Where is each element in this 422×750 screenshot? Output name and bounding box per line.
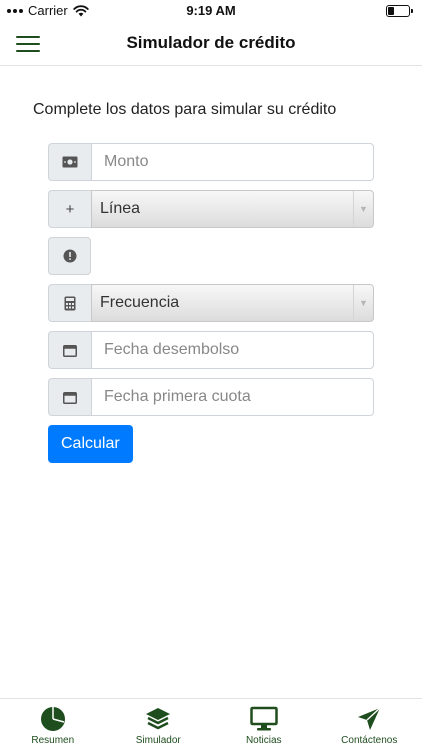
linea-select[interactable]: Línea ▼ — [91, 190, 374, 228]
tab-contactenos[interactable]: Contáctenos — [317, 699, 422, 750]
fecha-desembolso-group: Fecha desembolso — [48, 331, 374, 369]
calculator-icon — [48, 284, 91, 322]
chevron-down-icon: ▼ — [353, 191, 373, 227]
tab-noticias-label: Noticias — [245, 735, 282, 746]
frecuencia-select-value: Frecuencia — [100, 294, 180, 311]
info-group — [48, 237, 374, 275]
form-intro-text: Complete los datos para simular su crédi… — [33, 101, 337, 118]
tab-contactenos-label: Contáctenos — [341, 735, 398, 746]
calendar-icon — [48, 378, 91, 416]
tab-noticias[interactable]: Noticias — [211, 699, 317, 750]
frecuencia-group: Frecuencia ▼ — [48, 284, 374, 322]
monto-input[interactable]: Monto — [91, 143, 374, 181]
status-time: 9:19 AM — [186, 3, 236, 18]
battery-level — [388, 7, 394, 15]
monitor-icon — [250, 706, 278, 731]
battery-icon — [386, 5, 413, 17]
tab-simulador[interactable]: Simulador — [106, 699, 212, 750]
tab-simulador-label: Simulador — [135, 735, 181, 746]
tab-resumen-label: Resumen — [31, 735, 75, 746]
calendar-icon — [48, 331, 91, 369]
nav-bar: Simulador de crédito — [0, 22, 422, 66]
layers-icon — [146, 708, 171, 730]
money-icon — [48, 143, 91, 181]
alert-circle-icon — [48, 237, 91, 275]
linea-select-value: Línea — [100, 200, 141, 217]
send-icon — [358, 707, 381, 730]
page-title: Simulador de crédito — [126, 33, 296, 52]
calcular-button[interactable]: Calcular — [48, 425, 133, 463]
status-bar: Carrier 9:19 AM — [0, 0, 422, 22]
fecha-primera-cuota-group: Fecha primera cuota — [48, 378, 374, 416]
frecuencia-select[interactable]: Frecuencia ▼ — [91, 284, 374, 322]
tab-bar: Resumen Simulador Noticias Contáctenos — [0, 698, 422, 750]
fecha-primera-cuota-input[interactable]: Fecha primera cuota — [91, 378, 374, 416]
credit-simulator-form: Monto + Línea ▼ Frecuencia ▼ Fecha desem… — [48, 143, 374, 463]
linea-group: + Línea ▼ — [48, 190, 374, 228]
pie-chart-icon — [40, 707, 65, 731]
fecha-desembolso-input[interactable]: Fecha desembolso — [91, 331, 374, 369]
plus-icon: + — [48, 190, 91, 228]
chevron-down-icon: ▼ — [353, 285, 373, 321]
monto-group: Monto — [48, 143, 374, 181]
tab-resumen[interactable]: Resumen — [0, 699, 106, 750]
